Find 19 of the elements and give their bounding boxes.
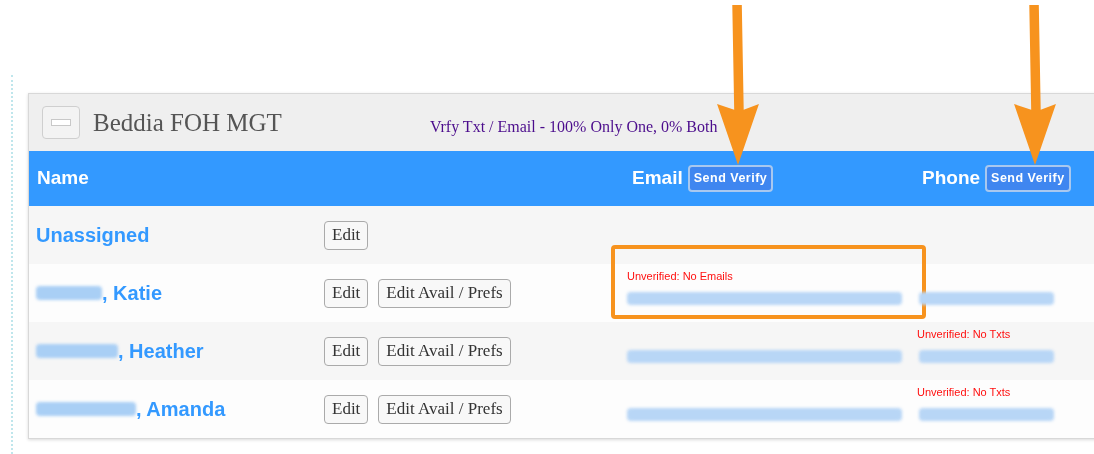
column-header: Phone [922,166,981,191]
send-verify-button[interactable]: Send Verify [985,165,1071,192]
edit-avail-prefs-button[interactable]: Edit Avail / Prefs [378,336,511,366]
panel-title: Beddia FOH MGT [93,107,282,138]
verify-summary: Vrfy Txt / Email - 100% Only One, 0% Both [429,116,718,138]
warning-text: Unverified: No Txts [917,327,1011,342]
edit-avail-prefs-button[interactable]: Edit Avail / Prefs [378,278,511,308]
edit-button[interactable]: Edit [324,336,369,366]
column-header: Email [632,166,683,191]
edit-button[interactable]: Edit [324,394,369,424]
warning-text: Unverified: No Emails [627,269,733,284]
redacted-text [36,286,102,300]
column-header: Name [37,166,89,191]
send-verify-button[interactable]: Send Verify [687,165,774,192]
edit-button[interactable]: Edit [324,220,369,250]
edit-button[interactable]: Edit [324,278,369,308]
edit-avail-prefs-button[interactable]: Edit Avail / Prefs [378,394,511,424]
collapse-button[interactable] [42,106,80,139]
warning-text: Unverified: No Txts [917,385,1011,400]
